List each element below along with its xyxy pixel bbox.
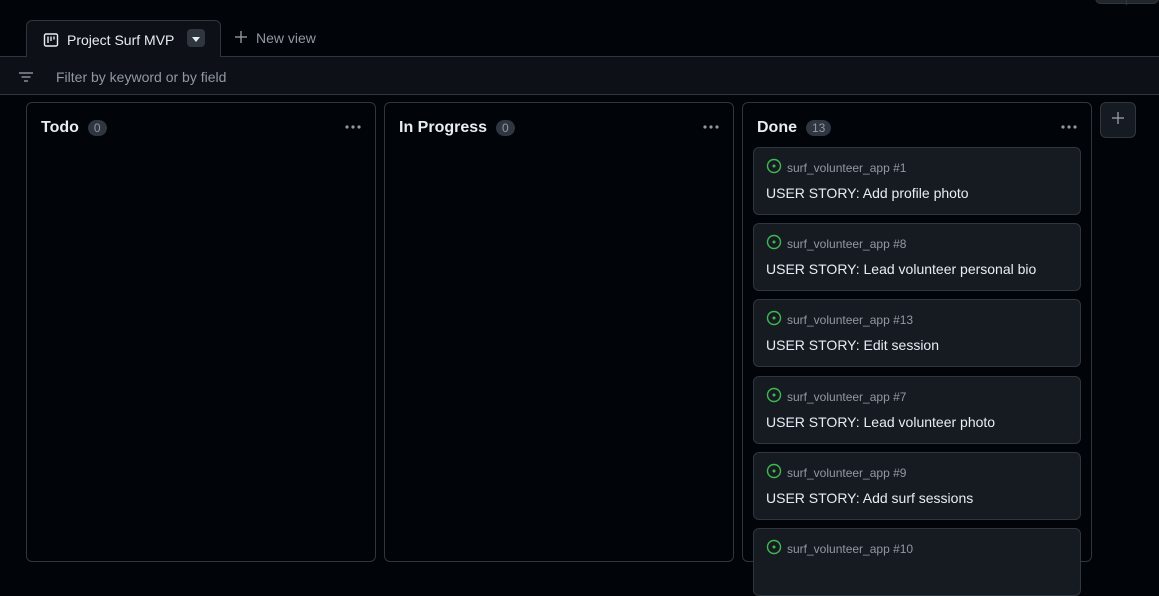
issue-opened-icon bbox=[766, 234, 782, 255]
column-title: Todo bbox=[41, 119, 79, 136]
column-count-badge: 0 bbox=[496, 120, 515, 136]
triangle-down-icon bbox=[192, 29, 200, 47]
issue-card[interactable]: surf_volunteer_app #10 bbox=[753, 528, 1081, 596]
column-header: Todo 0 bbox=[41, 117, 107, 139]
issue-card[interactable]: surf_volunteer_app #8 USER STORY: Lead v… bbox=[753, 223, 1081, 291]
plus-icon bbox=[1111, 111, 1125, 130]
column-title: In Progress bbox=[399, 119, 488, 136]
issue-card[interactable]: surf_volunteer_app #9 USER STORY: Add su… bbox=[753, 452, 1081, 520]
card-meta: surf_volunteer_app #8 bbox=[766, 234, 906, 255]
card-meta: surf_volunteer_app #7 bbox=[766, 387, 906, 408]
issue-card[interactable]: surf_volunteer_app #7 USER STORY: Lead v… bbox=[753, 376, 1081, 444]
column-title: Done bbox=[757, 119, 797, 136]
column-count-badge: 13 bbox=[806, 120, 832, 136]
new-view-button[interactable]: New view bbox=[234, 28, 316, 48]
top-right-button-group[interactable] bbox=[1095, 0, 1159, 5]
column-count-badge: 0 bbox=[87, 120, 107, 136]
kebab-horizontal-icon[interactable] bbox=[701, 119, 721, 135]
column-todo: Todo 0 bbox=[26, 102, 376, 562]
column-header: In Progress 0 bbox=[399, 117, 515, 139]
add-column-button[interactable] bbox=[1100, 102, 1136, 138]
kebab-horizontal-icon[interactable] bbox=[1059, 119, 1079, 135]
column-in-progress: In Progress 0 bbox=[384, 102, 734, 562]
card-title[interactable]: USER STORY: Add profile photo bbox=[766, 185, 969, 201]
plus-icon bbox=[234, 30, 248, 47]
column-done: Done 13 surf_volunteer_app #1 USER STORY… bbox=[742, 102, 1092, 596]
card-title[interactable]: USER STORY: Lead volunteer personal bio bbox=[766, 261, 1036, 277]
issue-card[interactable]: surf_volunteer_app #1 USER STORY: Add pr… bbox=[753, 147, 1081, 215]
tab-project-surf-mvp[interactable]: Project Surf MVP bbox=[26, 20, 221, 58]
kebab-horizontal-icon[interactable] bbox=[343, 119, 363, 135]
new-view-label: New view bbox=[256, 30, 316, 46]
card-title[interactable]: USER STORY: Lead volunteer photo bbox=[766, 414, 995, 430]
issue-opened-icon bbox=[766, 539, 782, 560]
card-meta: surf_volunteer_app #10 bbox=[766, 539, 913, 560]
tab-label: Project Surf MVP bbox=[67, 31, 175, 48]
card-repo[interactable]: surf_volunteer_app #9 bbox=[787, 466, 906, 480]
card-repo[interactable]: surf_volunteer_app #10 bbox=[787, 542, 913, 556]
card-meta: surf_volunteer_app #13 bbox=[766, 310, 913, 331]
issue-opened-icon bbox=[766, 310, 782, 331]
card-repo[interactable]: surf_volunteer_app #13 bbox=[787, 313, 913, 327]
card-repo[interactable]: surf_volunteer_app #1 bbox=[787, 161, 906, 175]
filter-icon[interactable] bbox=[18, 69, 34, 85]
issue-opened-icon bbox=[766, 387, 782, 408]
card-meta: surf_volunteer_app #9 bbox=[766, 463, 906, 484]
card-meta: surf_volunteer_app #1 bbox=[766, 158, 906, 179]
view-tabs-bar: Project Surf MVP New view bbox=[0, 0, 1159, 58]
filter-bar bbox=[0, 57, 1159, 95]
column-header: Done 13 bbox=[757, 117, 832, 139]
table-board-icon bbox=[43, 32, 59, 48]
issue-card[interactable]: surf_volunteer_app #13 USER STORY: Edit … bbox=[753, 299, 1081, 367]
filter-input[interactable] bbox=[56, 67, 656, 87]
card-title[interactable]: USER STORY: Add surf sessions bbox=[766, 490, 973, 506]
card-title[interactable]: USER STORY: Edit session bbox=[766, 337, 939, 353]
issue-opened-icon bbox=[766, 158, 782, 179]
card-repo[interactable]: surf_volunteer_app #7 bbox=[787, 390, 906, 404]
view-options-button[interactable] bbox=[187, 29, 205, 47]
issue-opened-icon bbox=[766, 463, 782, 484]
card-repo[interactable]: surf_volunteer_app #8 bbox=[787, 237, 906, 251]
